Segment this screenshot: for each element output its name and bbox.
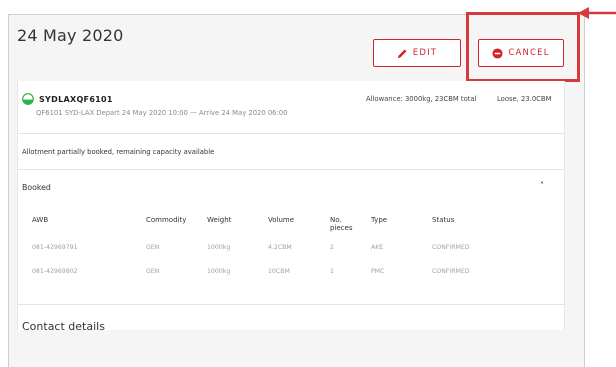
- allotment-notice: Allotment partially booked, remaining ca…: [22, 148, 215, 156]
- divider: [17, 304, 565, 305]
- status-cell: CONFIRMED: [432, 244, 470, 251]
- contact-details-title: Contact details: [22, 320, 105, 333]
- column-header-awb: AWB: [32, 216, 49, 224]
- booked-section-title: Booked: [22, 183, 51, 192]
- awb-cell: 081-42969791: [32, 244, 78, 251]
- flight-schedule: QF6101 SYD-LAX Depart 24 May 2020 10:00 …: [36, 109, 288, 117]
- type-cell: AKE: [371, 244, 384, 251]
- column-header-status: Status: [432, 216, 455, 224]
- column-header-type: Type: [371, 216, 388, 224]
- commodity-cell: GEN: [146, 268, 160, 275]
- divider: [17, 169, 565, 170]
- cancel-button-label: CANCEL: [508, 48, 550, 58]
- flight-code: SYDLAXQF6101: [39, 95, 113, 104]
- divider: [17, 133, 565, 134]
- allotment-card: [17, 81, 565, 330]
- weight-cell: 1000kg: [207, 268, 231, 275]
- pieces-cell: 2: [330, 244, 334, 251]
- loose-volume-text: Loose, 23.0CBM: [497, 95, 552, 103]
- allowance-text: Allowance: 3000kg, 23CBM total: [366, 95, 477, 103]
- column-header-weight: Weight: [207, 216, 232, 224]
- page-title: 24 May 2020: [17, 26, 124, 45]
- edit-button-label: EDIT: [412, 48, 438, 58]
- cancel-button[interactable]: CANCEL: [478, 39, 564, 67]
- column-header-volume: Volume: [268, 216, 295, 224]
- pencil-icon: [397, 48, 408, 59]
- status-cell: CONFIRMED: [432, 268, 470, 275]
- edit-button[interactable]: EDIT: [373, 39, 461, 67]
- column-header-pieces: No. pieces: [330, 216, 353, 232]
- type-cell: PMC: [371, 268, 385, 275]
- volume-cell: 10CBM: [268, 268, 290, 275]
- chevron-up-icon[interactable]: ˄: [540, 181, 544, 190]
- awb-cell: 081-42969802: [32, 268, 78, 275]
- commodity-cell: GEN: [146, 244, 160, 251]
- minus-circle-icon: [492, 47, 503, 59]
- flight-header: SYDLAXQF6101: [22, 90, 113, 109]
- weight-cell: 1000kg: [207, 244, 231, 251]
- column-header-commodity: Commodity: [146, 216, 187, 224]
- volume-cell: 4.2CBM: [268, 244, 292, 251]
- pieces-cell: 1: [330, 268, 334, 275]
- table-row[interactable]: 081-42969791 GEN 1000kg 4.2CBM 2 AKE CON…: [17, 238, 565, 260]
- status-indicator-icon: [22, 90, 34, 109]
- table-row[interactable]: 081-42969802 GEN 1000kg 10CBM 1 PMC CONF…: [17, 262, 565, 284]
